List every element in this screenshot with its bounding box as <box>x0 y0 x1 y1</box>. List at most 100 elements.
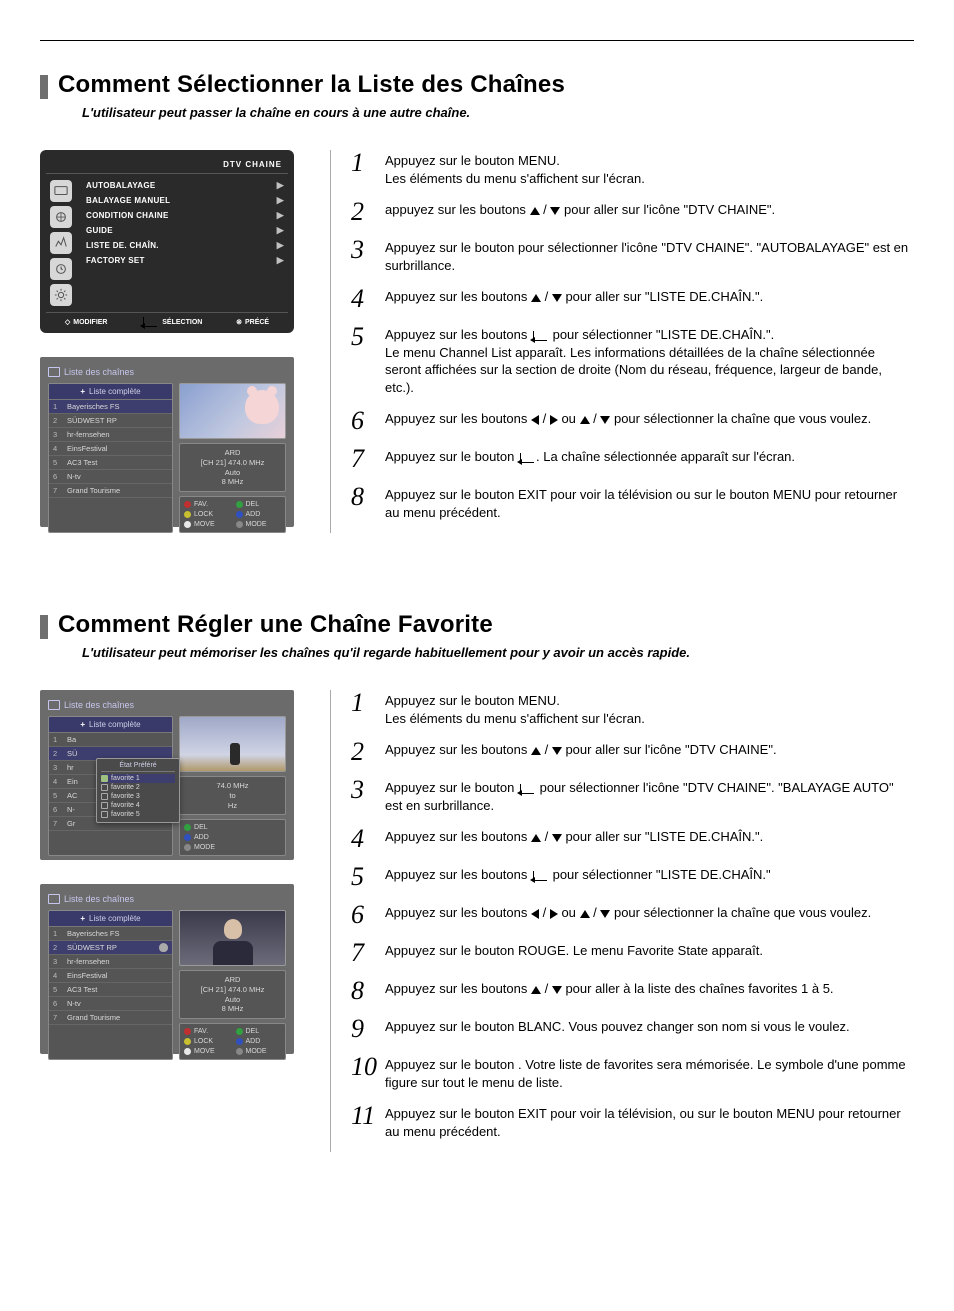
down-arrow-icon <box>552 986 562 994</box>
step-number: 1 <box>351 690 385 716</box>
fav-option: favorite 3 <box>101 792 175 801</box>
preview-thumbnail <box>179 910 286 966</box>
instruction-step: 7Appuyez sur le bouton ROUGE. Le menu Fa… <box>351 940 914 966</box>
tv-icon <box>48 700 60 710</box>
down-arrow-icon <box>552 834 562 842</box>
channel-row: 1Bayerisches FS <box>49 400 172 414</box>
instruction-step: 9Appuyez sur le bouton BLANC. Vous pouve… <box>351 1016 914 1042</box>
step-text: Appuyez sur le bouton pour sélectionner … <box>385 237 914 274</box>
channel-row: 1Ba <box>49 733 172 747</box>
instruction-step: 6Appuyez sur les boutons / ou / pour sél… <box>351 902 914 928</box>
section2-title: Comment Régler une Chaîne Favorite <box>58 611 493 639</box>
channel-row: 5AC3 Test <box>49 983 172 997</box>
step-number: 6 <box>351 408 385 434</box>
step-text: Appuyez sur les boutons pour sélectionne… <box>385 324 914 396</box>
section1-title-row: Comment Sélectionner la Liste des Chaîne… <box>40 71 914 99</box>
channel-row: 4EinsFestival <box>49 969 172 983</box>
section1-title: Comment Sélectionner la Liste des Chaîne… <box>58 71 565 99</box>
instruction-step: 1Appuyez sur le bouton MENU.Les éléments… <box>351 150 914 187</box>
step-number: 8 <box>351 978 385 1004</box>
instruction-step: 11Appuyez sur le bouton EXIT pour voir l… <box>351 1103 914 1140</box>
right-arrow-icon <box>550 415 558 425</box>
fav-option: favorite 5 <box>101 810 175 819</box>
step-text: Appuyez sur les boutons / pour aller sur… <box>385 826 763 846</box>
section1-subtitle: L'utilisateur peut passer la chaîne en c… <box>82 105 914 120</box>
channel-row: 2SÜDWEST RP <box>49 941 172 955</box>
list-header: Liste complète <box>89 914 141 923</box>
instruction-step: 4Appuyez sur les boutons / pour aller su… <box>351 286 914 312</box>
step-number: 7 <box>351 446 385 472</box>
channel-row: 7Grand Tourisme <box>49 484 172 498</box>
fav-option: favorite 1 <box>101 774 175 783</box>
step-text: Appuyez sur le bouton . La chaîne sélect… <box>385 446 795 466</box>
list-header: Liste complète <box>89 720 141 729</box>
step-text: Appuyez sur les boutons / pour aller sur… <box>385 739 777 759</box>
step-number: 4 <box>351 826 385 852</box>
enter-icon <box>143 317 157 327</box>
instruction-step: 5Appuyez sur les boutons pour sélectionn… <box>351 864 914 890</box>
osd-category-icons <box>46 178 76 306</box>
instruction-step: 1Appuyez sur le bouton MENU.Les éléments… <box>351 690 914 727</box>
osd-item: CONDITION CHAINE▶ <box>82 208 288 223</box>
action-buttons: FAV. DEL LOCK ADD MOVE MODE <box>179 496 286 533</box>
down-arrow-icon <box>552 747 562 755</box>
clock-icon <box>50 258 72 280</box>
step-number: 10 <box>351 1054 385 1080</box>
left-arrow-icon <box>531 909 539 919</box>
instruction-step: 6Appuyez sur les boutons / ou / pour sél… <box>351 408 914 434</box>
section-bar <box>40 615 48 639</box>
channel-info: ARD [CH 21] 474.0 MHz Auto 8 MHz <box>179 970 286 1019</box>
preview-thumbnail <box>179 716 286 772</box>
action-buttons: DEL ADD MODE <box>179 819 286 856</box>
osd-foot-back: ⊗ PRÉCÉ <box>236 317 269 327</box>
step-text: Appuyez sur les boutons pour sélectionne… <box>385 864 771 884</box>
screenshot-channel-list: Liste des chaînes +Liste complète 1Bayer… <box>40 357 294 527</box>
globe-icon <box>50 206 72 228</box>
channel-row: 6N-tv <box>49 997 172 1011</box>
preview-thumbnail <box>179 383 286 439</box>
step-text: Appuyez sur les boutons / ou / pour séle… <box>385 902 871 922</box>
instruction-step: 8Appuyez sur les boutons / pour aller à … <box>351 978 914 1004</box>
section-set-favorite: Comment Régler une Chaîne Favorite L'uti… <box>40 611 914 1152</box>
instruction-step: 10Appuyez sur le bouton . Votre liste de… <box>351 1054 914 1091</box>
channel-row: 2SÜDWEST RP <box>49 414 172 428</box>
step-text: Appuyez sur le bouton EXIT pour voir la … <box>385 1103 914 1140</box>
osd-menu: DTV CHAINE AUTOBALAYAGE▶BALAYAGE MANUEL▶… <box>40 150 294 333</box>
gear-icon <box>50 284 72 306</box>
step-text: Appuyez sur les boutons / ou / pour séle… <box>385 408 871 428</box>
instruction-step: 5Appuyez sur les boutons pour sélectionn… <box>351 324 914 396</box>
step-text: appuyez sur les boutons / pour aller sur… <box>385 199 775 219</box>
step-text: Appuyez sur le bouton MENU.Les éléments … <box>385 150 645 187</box>
step-number: 3 <box>351 777 385 803</box>
osd-item: GUIDE▶ <box>82 223 288 238</box>
instruction-step: 2appuyez sur les boutons / pour aller su… <box>351 199 914 225</box>
instruction-step: 7Appuyez sur le bouton . La chaîne sélec… <box>351 446 914 472</box>
enter-icon <box>520 784 534 794</box>
list-header: Liste complète <box>89 387 141 396</box>
down-arrow-icon <box>600 416 610 424</box>
enter-icon <box>533 871 547 881</box>
enter-icon <box>533 331 547 341</box>
down-arrow-icon <box>550 207 560 215</box>
enter-icon <box>520 453 534 463</box>
channel-info: ARD [CH 21] 474.0 MHz Auto 8 MHz <box>179 443 286 492</box>
channel-row: 7Grand Tourisme <box>49 1011 172 1025</box>
fav-option: favorite 2 <box>101 783 175 792</box>
top-rule <box>40 40 914 41</box>
step-number: 11 <box>351 1103 385 1129</box>
channel-row: 5AC3 Test <box>49 456 172 470</box>
down-arrow-icon <box>600 910 610 918</box>
osd-item: LISTE DE. CHAÎN.▶ <box>82 238 288 253</box>
instruction-step: 3Appuyez sur le bouton pour sélectionner… <box>351 237 914 274</box>
step-number: 2 <box>351 739 385 765</box>
instruction-step: 2Appuyez sur les boutons / pour aller su… <box>351 739 914 765</box>
step-number: 5 <box>351 324 385 350</box>
instruction-step: 3Appuyez sur le bouton pour sélectionner… <box>351 777 914 814</box>
step-text: Appuyez sur le bouton MENU.Les éléments … <box>385 690 645 727</box>
step-number: 2 <box>351 199 385 225</box>
fav-popup-header: État Préféré <box>101 762 175 772</box>
tv-icon <box>50 180 72 202</box>
instruction-step: 4Appuyez sur les boutons / pour aller su… <box>351 826 914 852</box>
shot-title: Liste des chaînes <box>64 894 134 904</box>
step-text: Appuyez sur le bouton EXIT pour voir la … <box>385 484 914 521</box>
